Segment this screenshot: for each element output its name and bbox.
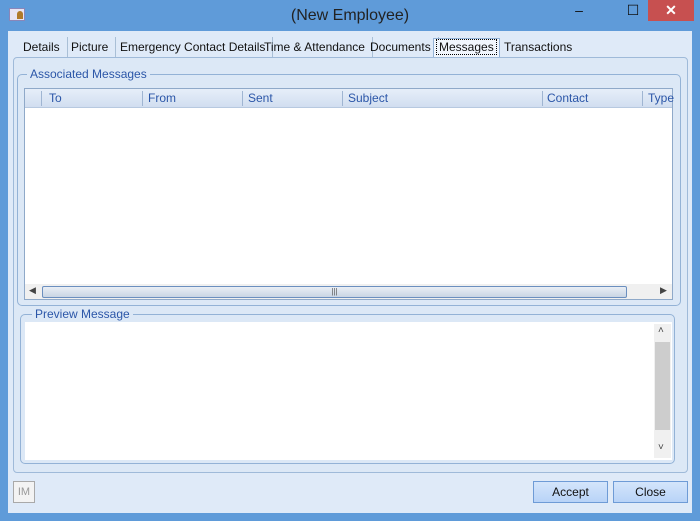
tab-label: Documents (370, 40, 431, 54)
tab-label: Emergency Contact Details (120, 40, 266, 54)
preview-message-textarea[interactable]: ˄ ˅ (25, 322, 672, 460)
scroll-thumb[interactable]: ||| (42, 286, 627, 298)
scroll-thumb[interactable] (655, 342, 670, 430)
tab-label: Messages (436, 39, 497, 55)
scroll-right-icon[interactable]: ▶ (660, 285, 667, 296)
column-contact[interactable]: Contact (547, 91, 588, 105)
tab-messages[interactable]: Messages (433, 38, 500, 58)
preview-message-label: Preview Message (32, 307, 133, 321)
vertical-scrollbar[interactable]: ˄ ˅ (654, 324, 671, 458)
column-type[interactable]: Type (648, 91, 674, 105)
tab-time-attendance[interactable]: Time & Attendance (257, 37, 373, 57)
tab-picture[interactable]: Picture (64, 37, 117, 57)
column-to[interactable]: To (49, 91, 62, 105)
tab-label: Picture (71, 40, 109, 54)
title-bar: (New Employee) ‒ ☐ ✕ (0, 0, 700, 31)
associated-messages-label: Associated Messages (27, 67, 150, 81)
column-sent[interactable]: Sent (248, 91, 273, 105)
tab-details[interactable]: Details (16, 37, 68, 57)
tab-documents[interactable]: Documents (363, 37, 439, 57)
tab-transactions[interactable]: Transactions (497, 37, 579, 57)
scroll-left-icon[interactable]: ◀ (29, 285, 36, 296)
im-button[interactable]: IM (13, 481, 35, 503)
tab-label: Time & Attendance (264, 40, 365, 54)
tab-label: Details (23, 40, 60, 54)
grid-header: To From Sent Subject Contact Type (25, 89, 674, 108)
column-from[interactable]: From (148, 91, 176, 105)
minimize-button[interactable]: ‒ (556, 0, 602, 21)
messages-grid[interactable]: To From Sent Subject Contact Type ◀ ||| … (24, 88, 674, 300)
tab-label: Transactions (504, 40, 573, 54)
scroll-up-icon[interactable]: ˄ (658, 325, 664, 336)
column-subject[interactable]: Subject (348, 91, 388, 105)
scroll-down-icon[interactable]: ˅ (658, 442, 664, 453)
horizontal-scrollbar[interactable]: ◀ ||| ▶ (25, 284, 672, 299)
close-button[interactable]: Close (613, 481, 688, 503)
close-window-button[interactable]: ✕ (648, 0, 694, 21)
accept-button[interactable]: Accept (533, 481, 608, 503)
tab-emergency-contact-details[interactable]: Emergency Contact Details (113, 37, 274, 57)
